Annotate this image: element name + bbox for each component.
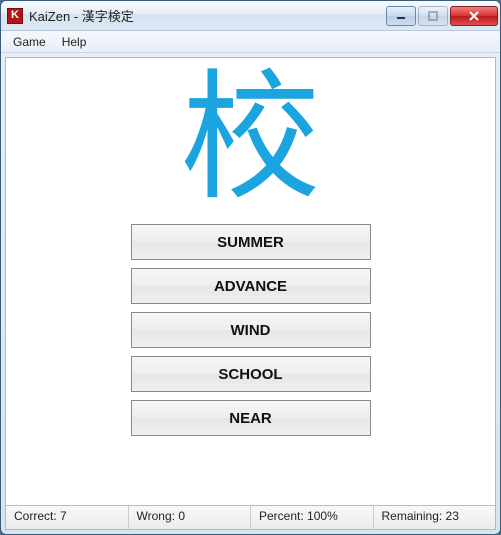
answer-list: SUMMER ADVANCE WIND SCHOOL NEAR (6, 214, 495, 446)
kanji-glyph: 校 (6, 68, 495, 208)
window-title: KaiZen - 漢字検定 (29, 6, 384, 25)
status-wrong: Wrong: 0 (129, 506, 252, 529)
status-percent: Percent: 100% (251, 506, 374, 529)
answer-button-0[interactable]: SUMMER (131, 224, 371, 260)
kanji-display: 校 (6, 58, 495, 214)
app-window: K KaiZen - 漢字検定 Game Help 校 SUMMER (0, 0, 501, 535)
answer-button-4[interactable]: NEAR (131, 400, 371, 436)
app-icon: K (7, 8, 23, 24)
menu-game[interactable]: Game (5, 33, 54, 51)
status-correct: Correct: 7 (6, 506, 129, 529)
menu-help[interactable]: Help (54, 33, 95, 51)
answer-button-3[interactable]: SCHOOL (131, 356, 371, 392)
status-wrong-label: Wrong: (137, 509, 175, 523)
status-correct-label: Correct: (14, 509, 57, 523)
answer-button-1[interactable]: ADVANCE (131, 268, 371, 304)
titlebar[interactable]: K KaiZen - 漢字検定 (1, 1, 500, 31)
maximize-button[interactable] (418, 6, 448, 26)
statusbar: Correct: 7 Wrong: 0 Percent: 100% Remain… (6, 505, 495, 529)
maximize-icon (428, 11, 438, 21)
minimize-button[interactable] (386, 6, 416, 26)
answer-button-2[interactable]: WIND (131, 312, 371, 348)
client-area: 校 SUMMER ADVANCE WIND SCHOOL NEAR Correc… (5, 57, 496, 530)
status-correct-value: 7 (60, 509, 67, 523)
minimize-icon (396, 11, 406, 21)
status-remaining-label: Remaining: (382, 509, 443, 523)
status-percent-label: Percent: (259, 509, 304, 523)
status-wrong-value: 0 (178, 509, 185, 523)
menubar: Game Help (1, 31, 500, 53)
close-icon (468, 11, 480, 21)
window-controls (384, 6, 498, 26)
status-remaining-value: 23 (446, 509, 459, 523)
close-button[interactable] (450, 6, 498, 26)
status-remaining: Remaining: 23 (374, 506, 496, 529)
status-percent-value: 100% (307, 509, 338, 523)
